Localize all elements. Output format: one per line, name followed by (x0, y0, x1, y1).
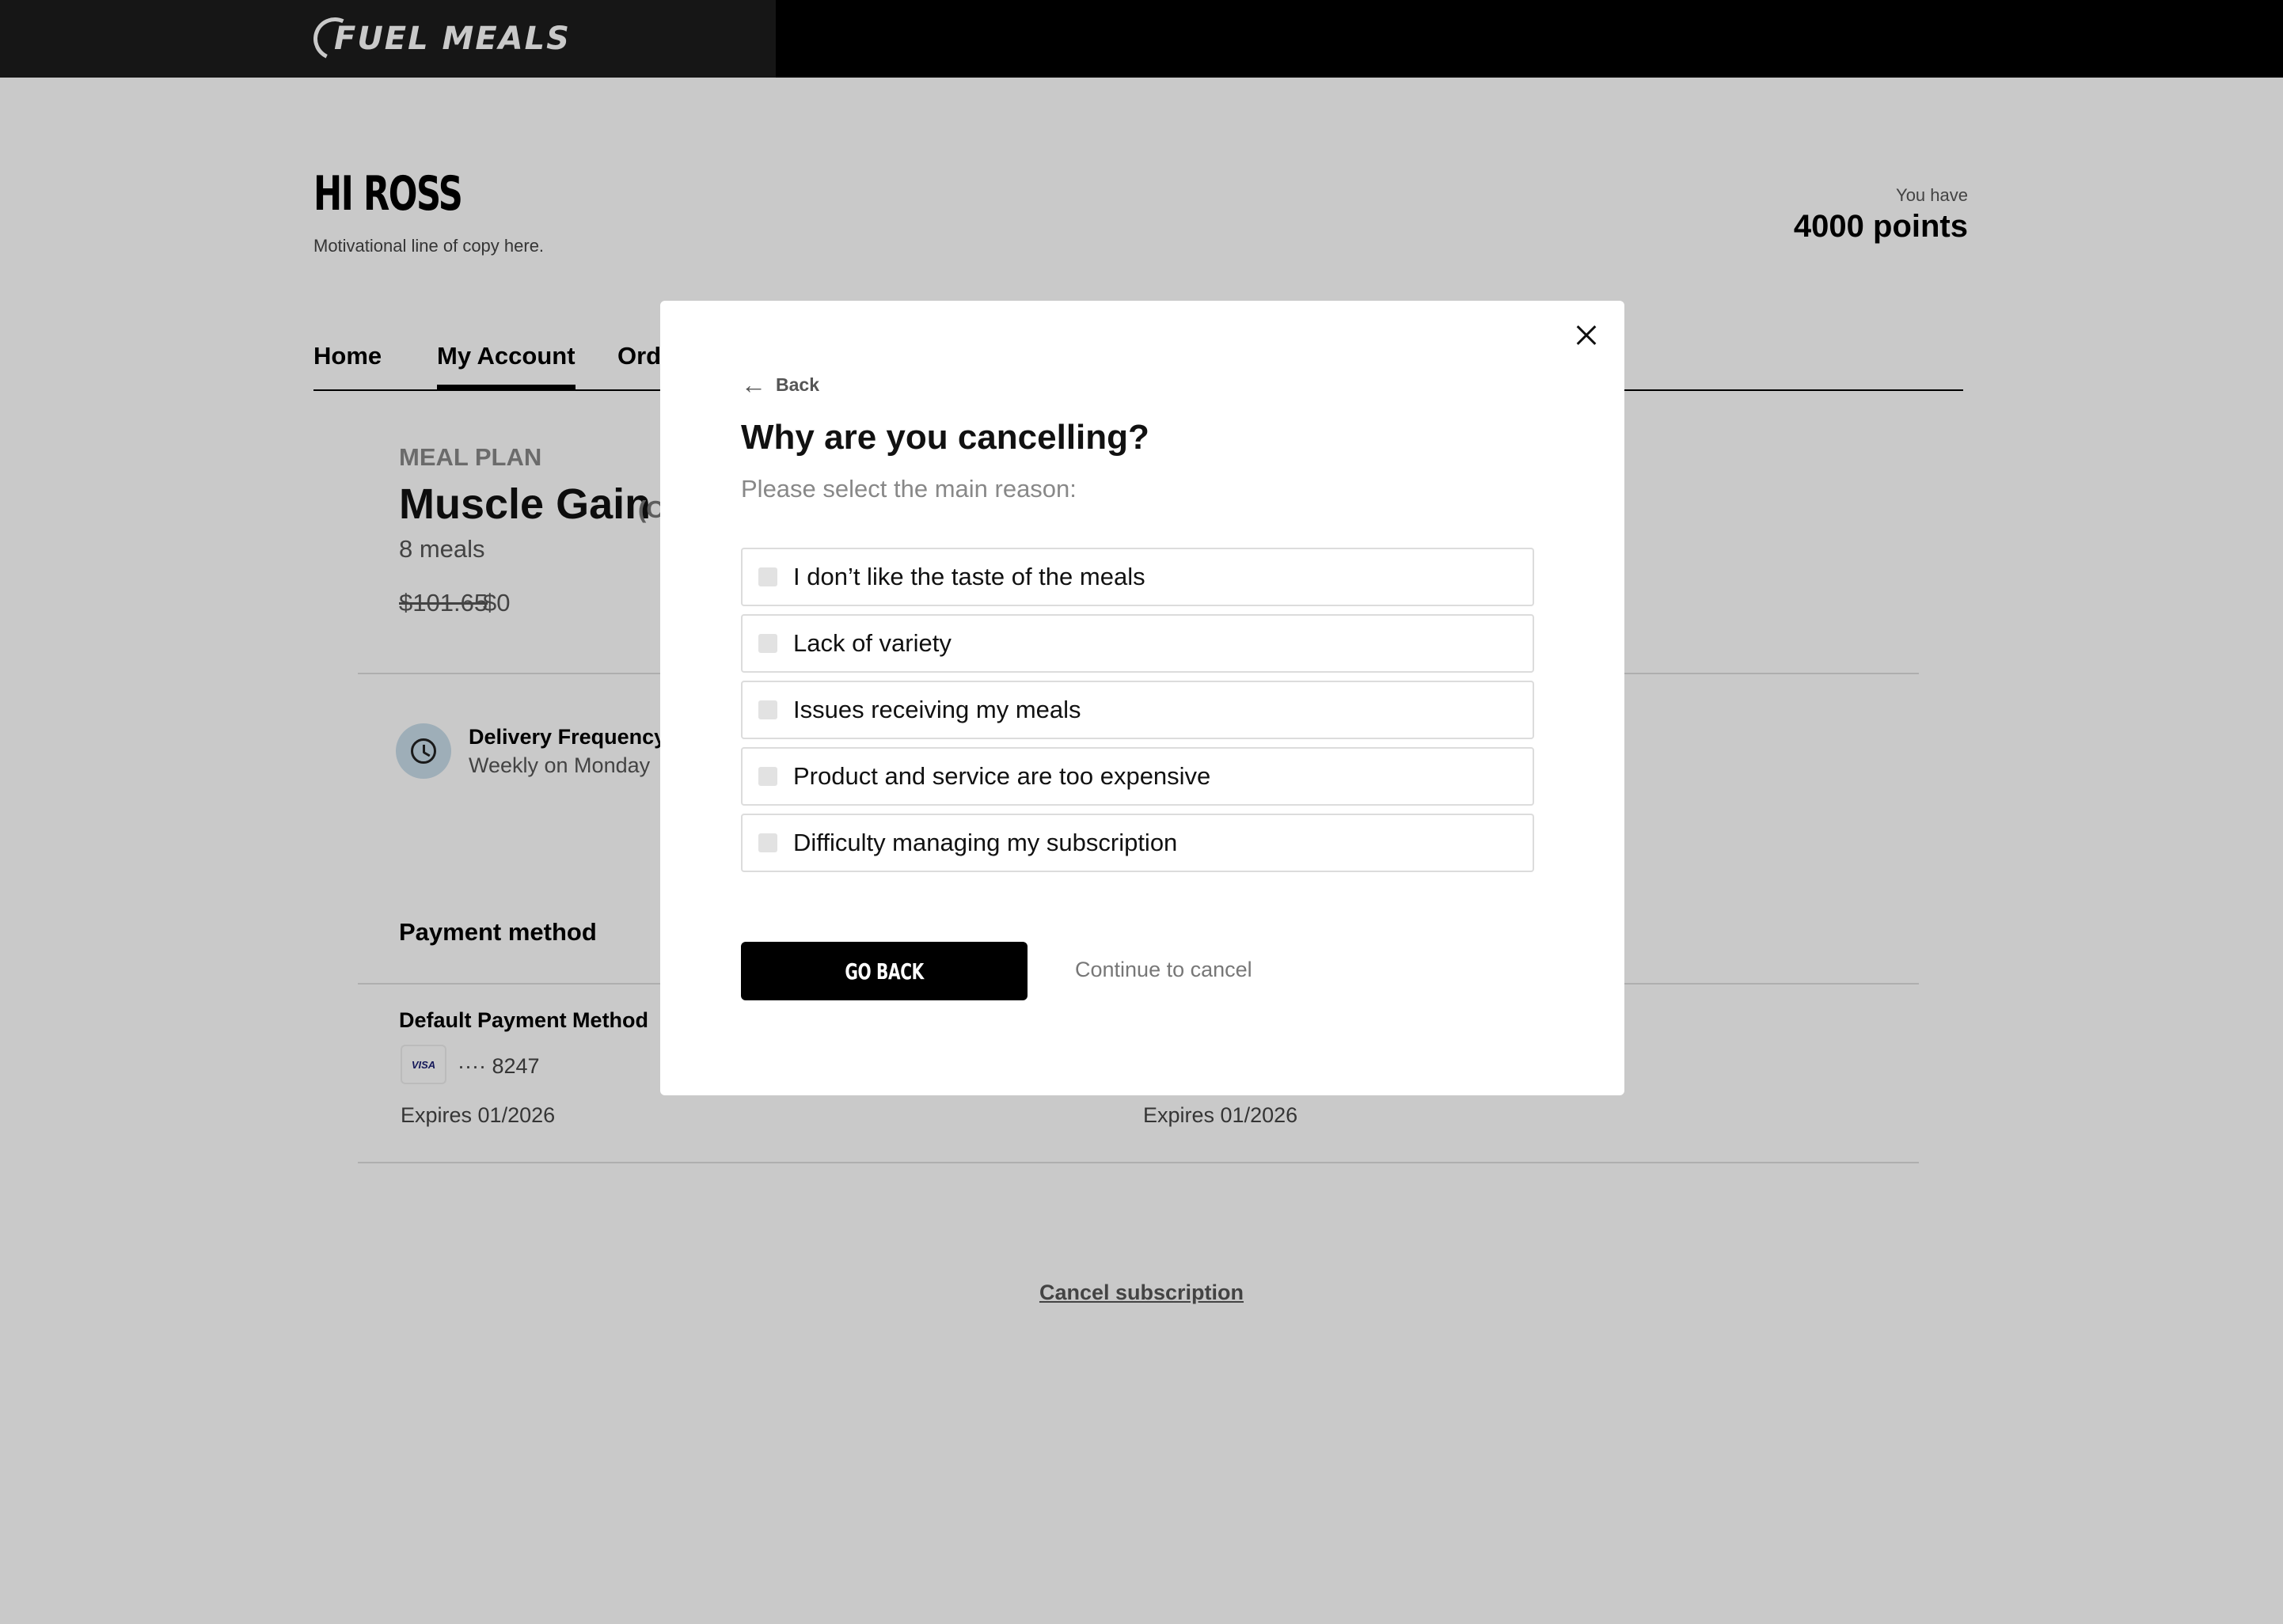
checkbox[interactable] (758, 700, 777, 719)
reason-option-variety[interactable]: Lack of variety (741, 614, 1534, 673)
checkbox[interactable] (758, 767, 777, 786)
reason-option-delivery-issues[interactable]: Issues receiving my meals (741, 681, 1534, 739)
reason-label: Lack of variety (793, 629, 952, 657)
reason-option-expensive[interactable]: Product and service are too expensive (741, 747, 1534, 806)
modal-title: Why are you cancelling? (741, 418, 1149, 457)
reason-option-taste[interactable]: I don’t like the taste of the meals (741, 548, 1534, 606)
modal-subtitle: Please select the main reason: (741, 475, 1077, 503)
reason-label: I don’t like the taste of the meals (793, 563, 1145, 590)
arrow-left-icon: ← (741, 370, 766, 399)
cancel-reason-modal: ← Back Why are you cancelling? Please se… (660, 301, 1624, 1095)
go-back-button[interactable]: GO BACK (741, 942, 1028, 1000)
close-icon[interactable] (1563, 312, 1610, 359)
reason-label: Difficulty managing my subscription (793, 829, 1178, 856)
checkbox[interactable] (758, 634, 777, 653)
checkbox[interactable] (758, 567, 777, 586)
reason-option-managing[interactable]: Difficulty managing my subscription (741, 814, 1534, 872)
checkbox[interactable] (758, 833, 777, 852)
reason-label: Product and service are too expensive (793, 762, 1211, 790)
continue-to-cancel-link[interactable]: Continue to cancel (1075, 958, 1252, 982)
reason-label: Issues receiving my meals (793, 696, 1081, 723)
go-back-label: GO BACK (845, 958, 924, 985)
back-label: Back (776, 374, 819, 395)
back-link[interactable]: ← Back (741, 370, 819, 400)
